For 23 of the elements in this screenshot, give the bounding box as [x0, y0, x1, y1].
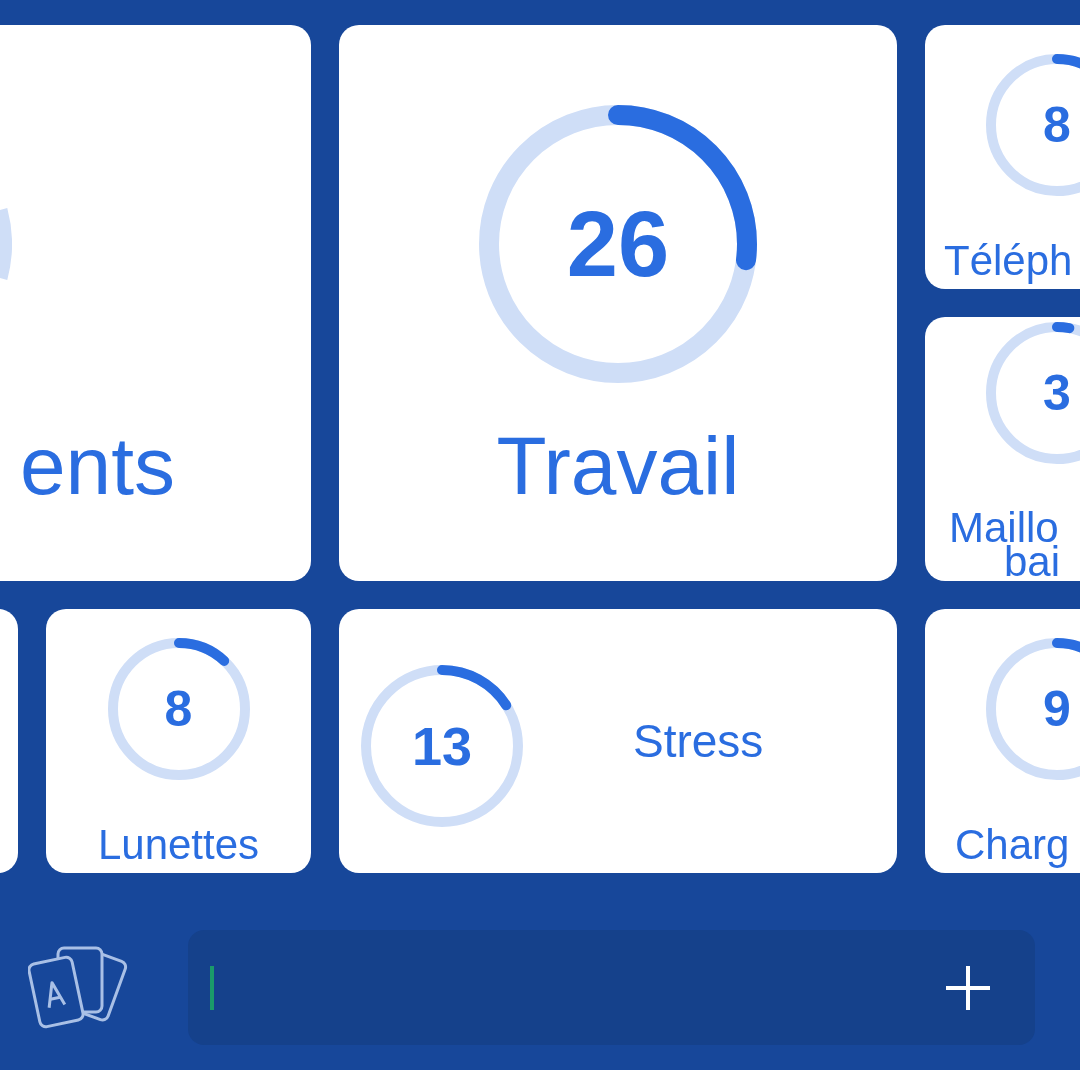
topic-card[interactable]: 9 Charg — [925, 609, 1080, 873]
count-number: 9 — [1043, 684, 1071, 734]
input-field[interactable] — [188, 930, 1035, 1045]
topic-card[interactable]: 13 Stress — [339, 609, 897, 873]
count-number: 3 — [1043, 368, 1071, 418]
count-number: 26 — [566, 198, 670, 290]
topic-label: ents — [20, 425, 175, 507]
plus-icon[interactable] — [945, 964, 991, 1011]
topic-label: Travail — [496, 425, 740, 507]
topic-card[interactable]: 26 Travail — [339, 25, 897, 581]
count-number: 8 — [164, 684, 193, 734]
topic-card[interactable]: 8 Téléph — [925, 25, 1080, 289]
progress-track — [0, 208, 12, 280]
count-number: 8 — [1043, 100, 1071, 150]
text-cursor — [210, 965, 214, 1010]
topic-card[interactable]: ents — [0, 25, 311, 581]
topic-label: Charg — [955, 824, 1070, 866]
cards-icon[interactable] — [28, 945, 128, 1030]
topic-label: Téléph — [944, 240, 1073, 282]
count-number: 13 — [411, 719, 473, 773]
topic-card[interactable]: 8 Lunettes — [46, 609, 311, 873]
topic-label: Stress — [633, 718, 764, 764]
topic-label: Lunettes — [97, 824, 260, 866]
